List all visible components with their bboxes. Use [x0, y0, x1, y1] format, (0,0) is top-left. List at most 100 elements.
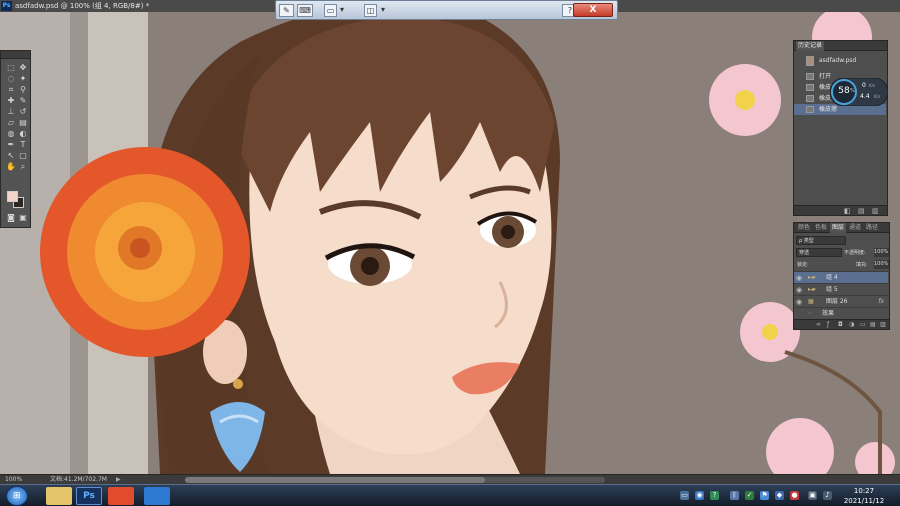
shield-tray-icon[interactable]: ✓ — [745, 491, 754, 500]
eraser-tool-icon[interactable]: ▱ — [6, 118, 16, 127]
pen-tool-icon[interactable]: ✒ — [6, 140, 16, 149]
eraser-icon — [806, 84, 814, 91]
crop-tool-icon[interactable]: ⌗ — [6, 85, 16, 94]
marquee-tool-icon[interactable]: ⬚ — [6, 63, 16, 72]
photoshop-taskbar-icon[interactable]: Ps — [76, 487, 102, 505]
magic-wand-tool-icon[interactable]: ✦ — [18, 74, 28, 83]
clock-date: 2021/11/12 — [843, 497, 885, 505]
network-tray-icon[interactable]: ◉ — [695, 491, 704, 500]
quick-mask-icon[interactable]: ◙ — [6, 213, 16, 222]
layer-mask-icon[interactable]: ◘ — [838, 321, 843, 328]
scrollbar-thumb[interactable] — [185, 477, 485, 483]
adjustment-layer-icon[interactable]: ◑ — [849, 321, 854, 328]
horizontal-scrollbar[interactable] — [185, 477, 605, 483]
layer-row[interactable]: ◉ ▸▰ 组 4 — [794, 271, 888, 283]
dodge-tool-icon[interactable]: ◐ — [18, 129, 28, 138]
layer-style-icon[interactable]: ƒ — [827, 321, 829, 328]
flag-tray-icon[interactable]: ⚑ — [760, 491, 769, 500]
chevron-down-icon[interactable]: ▾ — [338, 4, 346, 17]
link-layers-icon[interactable]: ∞ — [816, 321, 821, 328]
lock-label: 锁定: — [797, 262, 809, 268]
trash-icon[interactable]: ▥ — [880, 321, 886, 328]
new-group-icon[interactable]: ▭ — [860, 321, 866, 328]
tools-panel-grip[interactable] — [1, 51, 30, 59]
zoom-tool-icon[interactable]: ⌕ — [18, 162, 28, 171]
tab-swatches[interactable]: 色板 — [813, 223, 829, 233]
tab-channels[interactable]: 通道 — [847, 223, 863, 233]
tools-panel: ⬚ ✥ ◌ ✦ ⌗ ⚲ ✚ ✎ ⊥ ↺ ▱ ▤ ◍ ◐ ✒ T ↖ ▢ ✋ ⌕ ◙ ▣ — [0, 50, 31, 228]
layers-panel: 颜色 色板 图层 通道 路径 ρ 类型 穿透 不透明度: 100% 锁定: 填充: 10… — [793, 222, 890, 330]
messenger-taskbar-icon[interactable] — [144, 487, 170, 505]
open-icon — [806, 73, 814, 80]
eraser-icon — [806, 106, 814, 113]
keyboard-icon[interactable]: ⌨ — [297, 4, 313, 17]
start-button[interactable]: ⊞ — [6, 486, 28, 506]
shape-tool-icon[interactable]: ▢ — [18, 151, 28, 160]
eraser-icon — [806, 95, 814, 102]
tab-layers[interactable]: 图层 — [830, 223, 847, 233]
floating-options-bar: ✎ ⌨ ▭ ▾ ◫ ▾ ? X — [275, 0, 618, 20]
opacity-label: 不透明度: — [844, 250, 866, 256]
path-select-tool-icon[interactable]: ↖ — [6, 151, 16, 160]
gradient-tool-icon[interactable]: ▤ — [18, 118, 28, 127]
security-tray-icon[interactable]: ● — [790, 491, 799, 500]
download-unit: K/s — [874, 94, 881, 99]
opacity-input[interactable]: 100% — [874, 248, 889, 257]
trash-icon[interactable]: ▥ — [872, 207, 879, 215]
tool-preset-icon[interactable]: ▭ — [324, 4, 337, 17]
document-status-bar: 100% 文档:41.2M/702.7M ▶ — [0, 474, 900, 484]
network-speed-gauge[interactable]: 58 % 0 K/s 4.4 K/s — [829, 77, 889, 107]
volume-tray-icon[interactable]: ♪ — [823, 491, 832, 500]
download-speed: 4.4 — [860, 93, 870, 100]
layer-row[interactable]: ◉ ▸▰ 组 5 — [794, 283, 888, 295]
help-tray-icon[interactable]: ? — [710, 491, 719, 500]
new-snapshot-icon[interactable]: ◧ — [844, 207, 851, 215]
blend-mode-select[interactable]: 穿透 — [796, 248, 842, 257]
layer-kind-filter[interactable]: ρ 类型 — [796, 236, 846, 245]
history-brush-tool-icon[interactable]: ↺ — [18, 107, 28, 116]
stamp-tool-icon[interactable]: ⊥ — [6, 107, 16, 116]
orange-flower-graphic — [40, 147, 250, 357]
screen-mode-icon[interactable]: ▣ — [18, 213, 28, 222]
tab-color[interactable]: 颜色 — [796, 223, 812, 233]
upload-speed: 0 — [862, 82, 866, 89]
type-tool-icon[interactable]: T — [18, 140, 28, 149]
history-snapshot[interactable]: asdfadw.psd — [794, 53, 886, 69]
document-canvas[interactable] — [0, 12, 900, 474]
layers-panel-tabs: 颜色 色板 图层 通道 路径 — [794, 223, 889, 233]
photoshop-logo-icon: Ps — [1, 1, 12, 11]
blur-tool-icon[interactable]: ◍ — [6, 129, 16, 138]
tab-history[interactable]: 历史记录 — [796, 41, 825, 51]
history-panel-tabs: 历史记录 — [794, 41, 887, 51]
layer-row[interactable]: ◦ 效果 — [794, 307, 888, 319]
history-panel: 历史记录 asdfadw.psd 打开 橡皮擦 橡皮擦 橡皮擦 ◧ ▤ ▥ — [793, 40, 888, 216]
mode-icon[interactable]: ◫ — [364, 4, 377, 17]
tab-paths[interactable]: 路径 — [864, 223, 880, 233]
keyboard-tray-icon[interactable]: ▭ — [680, 491, 689, 500]
artwork-illustration — [0, 12, 900, 474]
document-title: asdfadw.psd @ 100% (组 4, RGB/8#) * — [15, 2, 150, 10]
system-clock[interactable]: 10:27 2021/11/12 — [834, 486, 894, 506]
move-tool-icon[interactable]: ✥ — [18, 63, 28, 72]
chat-tray-icon[interactable]: ◆ — [775, 491, 784, 500]
chevron-down-icon[interactable]: ▾ — [379, 4, 387, 17]
file-explorer-icon[interactable] — [46, 487, 72, 505]
fill-input[interactable]: 100% — [874, 260, 889, 269]
upload-unit: K/s — [869, 83, 876, 88]
bluetooth-tray-icon[interactable]: ᛒ — [730, 491, 739, 500]
hand-tool-icon[interactable]: ✋ — [6, 162, 16, 171]
brush-tool-icon[interactable]: ✎ — [18, 96, 28, 105]
lasso-tool-icon[interactable]: ◌ — [6, 74, 16, 83]
new-layer-icon[interactable]: ▤ — [870, 321, 876, 328]
foreground-color-swatch[interactable] — [7, 191, 18, 202]
close-button[interactable]: X — [573, 3, 613, 17]
snapshot-thumbnail — [806, 56, 814, 66]
layer-row[interactable]: ◉ ▦ 图层 26 fx — [794, 295, 888, 307]
brush-icon[interactable]: ✎ — [279, 4, 294, 17]
new-document-icon[interactable]: ▤ — [858, 207, 865, 215]
eyedropper-tool-icon[interactable]: ⚲ — [18, 85, 28, 94]
app-taskbar-icon[interactable] — [108, 487, 134, 505]
display-tray-icon[interactable]: ▣ — [808, 491, 817, 500]
healing-tool-icon[interactable]: ✚ — [6, 96, 16, 105]
layers-panel-footer: ∞ ƒ ◘ ◑ ▭ ▤ ▥ — [794, 319, 889, 329]
